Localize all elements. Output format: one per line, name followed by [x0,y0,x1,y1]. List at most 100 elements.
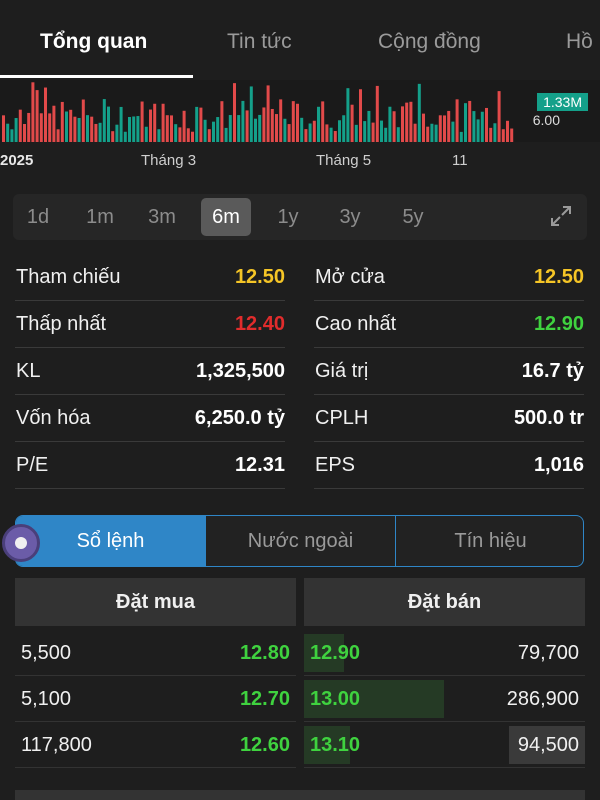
stats-row: P/E 12.31 EPS 1,016 [0,442,600,489]
volume-bar [409,101,413,142]
volume-bar [195,106,199,142]
segment-signals[interactable]: Tín hiệu [396,516,583,566]
volume-bar [170,115,173,142]
volume-bar [2,115,5,142]
volume-bar [321,101,325,142]
volume-bar [111,131,115,142]
volume-bar [77,117,81,142]
volume-bar [459,131,463,142]
volume-bar [174,124,178,142]
volume-bar [132,116,136,142]
volume-bar [472,111,476,142]
volume-badge: 1.33M [537,93,588,111]
volume-bar [308,123,312,142]
volume-bar [228,115,232,142]
volume-bar [455,99,459,142]
buy-price: 12.60 [239,734,290,756]
floating-assistant-bubble[interactable] [2,524,40,562]
range-1d[interactable]: 1d [13,194,63,240]
volume-bar [388,106,392,142]
buy-price: 12.80 [239,642,290,664]
high-price-label: Cao nhất [315,313,397,335]
volume-bar [346,88,350,142]
eps-label: EPS [315,454,356,476]
segment-order-book[interactable]: Sổ lệnh [16,516,205,566]
volume-bar [119,106,123,142]
range-3m[interactable]: 3m [137,194,187,240]
volume-label: KL [16,360,41,382]
volume-bar [203,119,207,142]
volume-bar [266,85,270,142]
segment-foreign[interactable]: Nước ngoài [206,516,395,566]
volume-bar [501,129,505,142]
tab-profile[interactable]: Hồ [566,30,593,54]
volume-bar [199,107,203,142]
volume-bar [165,115,169,142]
volume-bar [69,109,73,142]
volume-bar [413,123,417,142]
volume-bar [338,120,341,142]
timeline-11: 11 [452,152,468,169]
volume-bar [354,124,358,142]
range-1m[interactable]: 1m [75,194,125,240]
volume-bar [14,118,18,142]
volume-bar [123,131,127,142]
volume-bar [73,116,77,142]
volume-bar [220,101,224,142]
volume-bar [430,123,434,142]
volume-chart[interactable]: 1.33M 6.00 [0,80,600,142]
volume-bar [39,113,43,142]
timeline-may: Tháng 5 [316,152,372,169]
chart-timeline: 2025 Tháng 3 Tháng 5 11 [0,152,600,174]
volume-bar [10,129,14,142]
volume-bar [98,122,102,142]
volume-bar [35,90,39,142]
volume-bar [405,102,409,142]
volume-bar [367,110,371,142]
tab-news[interactable]: Tin tức [227,30,292,54]
volume-bar [426,126,430,142]
tab-overview[interactable]: Tổng quan [40,30,147,54]
volume-bar [48,113,52,142]
volume-bar [300,117,304,142]
volume-bar [287,124,291,142]
volume-bar [447,110,451,142]
volume-bar [161,103,165,142]
tab-community[interactable]: Cộng đồng [378,30,481,54]
volume-bar [333,131,337,142]
volume-bar [489,127,493,142]
stats-row: Vốn hóa 6,250.0 tỷ CPLH 500.0 tr [0,395,600,442]
range-1y[interactable]: 1y [263,194,313,240]
volume-bar [283,118,287,142]
volume-bar [207,129,211,142]
low-price-value: 12.40 [234,313,285,335]
open-price-value: 12.50 [533,266,584,288]
high-price-value: 12.90 [533,313,584,335]
buy-qty: 5,500 [21,642,72,664]
table-row[interactable]: 117,800 12.60 13.10 94,500 [0,722,600,768]
shares-outstanding-value: 500.0 tr [513,407,584,429]
volume-bar [144,126,148,142]
pe-label: P/E [16,454,49,476]
volume-bar [153,103,157,142]
volume-bar [417,83,421,142]
volume-bar [60,101,64,142]
range-3y[interactable]: 3y [325,194,375,240]
volume-bar [245,110,249,142]
volume-bar [510,128,514,142]
range-5y[interactable]: 5y [388,194,438,240]
volume-bar [493,123,497,142]
range-6m[interactable]: 6m [201,198,251,236]
ref-price-label: Tham chiếu [16,266,121,288]
volume-bar [275,114,278,142]
volume-bars [2,82,514,142]
table-row[interactable]: 5,100 12.70 13.00 286,900 [0,676,600,722]
volume-bar [31,82,35,142]
volume-bar [304,129,308,142]
volume-bar [237,115,241,142]
volume-bar [464,103,467,142]
volume-bar [140,101,144,142]
table-row[interactable]: 5,500 12.80 12.90 79,700 [0,630,600,676]
expand-icon[interactable] [549,204,573,228]
volume-bar [254,118,257,142]
